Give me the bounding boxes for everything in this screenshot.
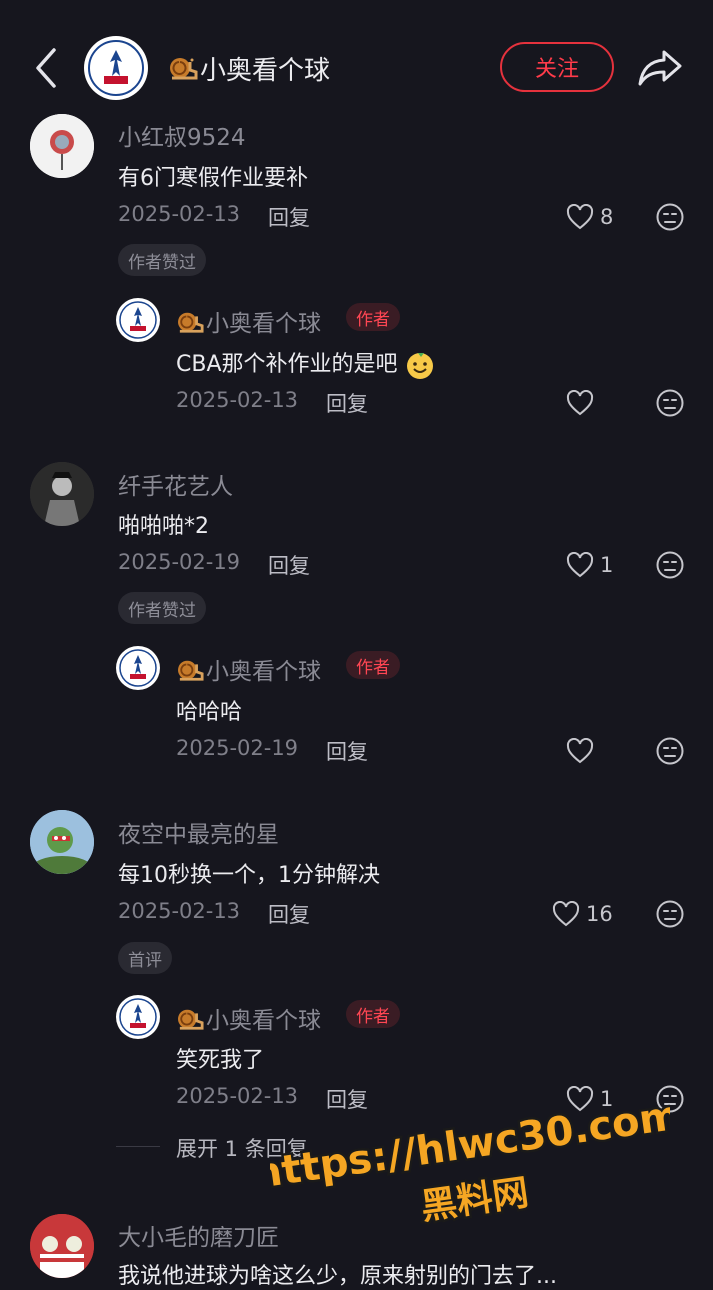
- reply-button[interactable]: 回复: [268, 550, 310, 580]
- like-count: 1: [600, 553, 614, 577]
- reply-text: 哈哈哈: [176, 700, 243, 725]
- expand-divider: [116, 1146, 160, 1147]
- comment-text: 我说他进球为啥这么少，原来射别的门去了...: [118, 1264, 557, 1289]
- heart-icon: [566, 552, 594, 578]
- like-button[interactable]: 16: [552, 899, 613, 929]
- comment-list: 小红叔9524 有6门寒假作业要补 2025-02-13 回复 8 作者赞过 小…: [0, 0, 713, 1289]
- expand-replies-button[interactable]: 展开 1 条回复: [176, 1133, 308, 1163]
- heart-icon: [552, 901, 580, 927]
- reply-text: 笑死我了: [176, 1048, 265, 1073]
- reply-date: 2025-02-13: [176, 1084, 299, 1108]
- comment-date: 2025-02-13: [118, 202, 241, 226]
- reply-button[interactable]: 回复: [326, 736, 368, 766]
- like-button[interactable]: 1: [566, 550, 613, 580]
- reply-date: 2025-02-13: [176, 388, 299, 412]
- reply-button[interactable]: 回复: [326, 1084, 368, 1114]
- comment-text: 啪啪啪*2: [118, 514, 209, 539]
- dislike-face-icon[interactable]: [655, 1084, 685, 1114]
- snail-icon: [176, 657, 206, 689]
- reply-button[interactable]: 回复: [326, 388, 368, 418]
- avatar[interactable]: [30, 1214, 94, 1278]
- heart-icon: [566, 204, 594, 230]
- author-badge: 作者: [346, 651, 400, 679]
- like-button[interactable]: [566, 388, 600, 418]
- comment-username[interactable]: 纤手花艺人: [118, 467, 233, 501]
- dislike-face-icon[interactable]: [655, 736, 685, 766]
- author-liked-tag: 作者赞过: [118, 592, 206, 624]
- reply-button[interactable]: 回复: [268, 899, 310, 929]
- comment-date: 2025-02-19: [118, 550, 241, 574]
- like-button[interactable]: [566, 736, 600, 766]
- reply-date: 2025-02-19: [176, 736, 299, 760]
- reply-button[interactable]: 回复: [268, 202, 310, 232]
- dislike-face-icon[interactable]: [655, 202, 685, 232]
- avatar[interactable]: [116, 646, 160, 690]
- avatar[interactable]: [30, 114, 94, 178]
- heart-icon: [566, 1086, 594, 1112]
- like-count: 16: [586, 902, 613, 926]
- heart-icon: [566, 738, 594, 764]
- avatar[interactable]: [30, 462, 94, 526]
- reply-username[interactable]: 小奥看个球: [176, 1001, 321, 1038]
- comment-username[interactable]: 小红叔9524: [118, 118, 246, 152]
- comment-text: 每10秒换一个，1分钟解决: [118, 863, 380, 888]
- heart-icon: [566, 390, 594, 416]
- avatar[interactable]: [30, 810, 94, 874]
- author-badge: 作者: [346, 1000, 400, 1028]
- snail-icon: [176, 309, 206, 341]
- author-badge: 作者: [346, 303, 400, 331]
- like-count: 1: [600, 1087, 614, 1111]
- smile-emoji-icon: [406, 353, 433, 379]
- avatar[interactable]: [116, 995, 160, 1039]
- reply-text: CBA那个补作业的是吧: [176, 346, 435, 380]
- like-count: 8: [600, 205, 614, 229]
- comment-username[interactable]: 大小毛的磨刀匠: [118, 1218, 279, 1252]
- like-button[interactable]: 1: [566, 1084, 613, 1114]
- reply-username[interactable]: 小奥看个球: [176, 304, 321, 341]
- snail-icon: [176, 1006, 206, 1038]
- reply-username[interactable]: 小奥看个球: [176, 652, 321, 689]
- dislike-face-icon[interactable]: [655, 550, 685, 580]
- author-liked-tag: 作者赞过: [118, 244, 206, 276]
- comment-username[interactable]: 夜空中最亮的星: [118, 815, 279, 849]
- first-comment-tag: 首评: [118, 942, 172, 974]
- like-button[interactable]: 8: [566, 202, 613, 232]
- avatar[interactable]: [116, 298, 160, 342]
- dislike-face-icon[interactable]: [655, 388, 685, 418]
- comment-date: 2025-02-13: [118, 899, 241, 923]
- comment-text: 有6门寒假作业要补: [118, 166, 308, 191]
- dislike-face-icon[interactable]: [655, 899, 685, 929]
